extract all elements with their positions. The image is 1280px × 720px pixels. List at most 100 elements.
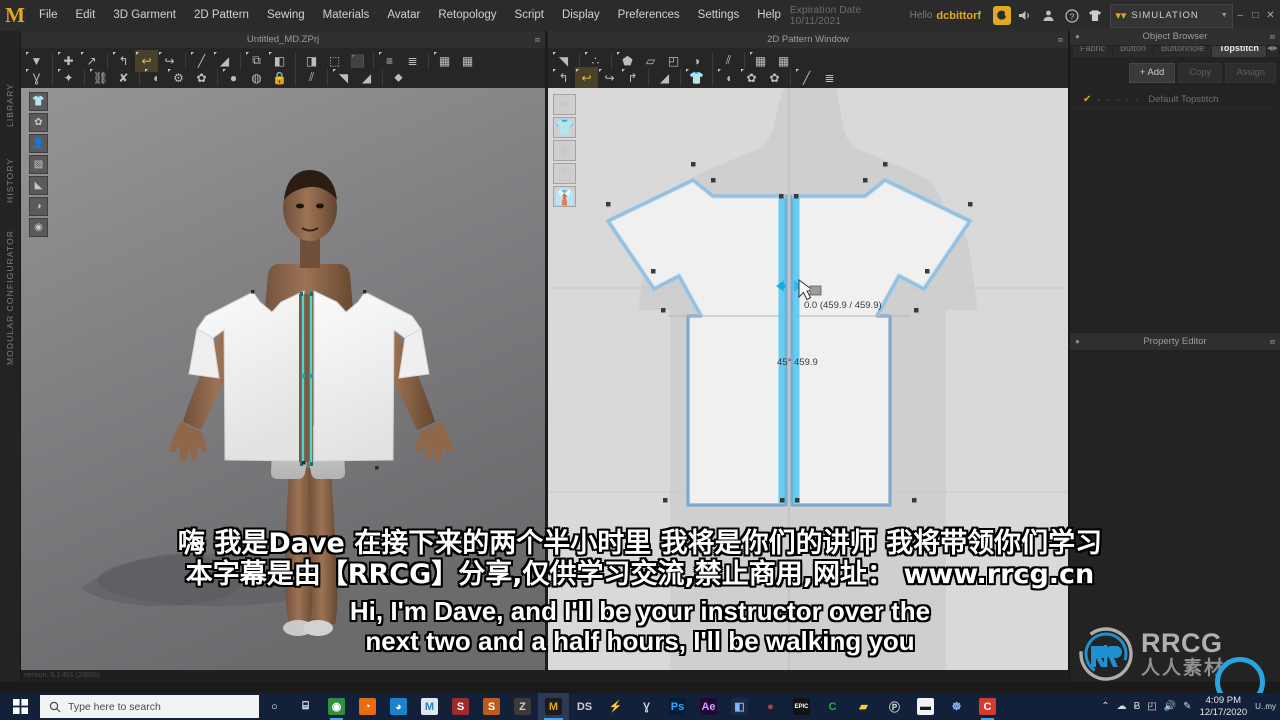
substance-designer-icon[interactable]: S xyxy=(476,693,507,720)
fold-arrange-tool[interactable]: ◢ xyxy=(653,67,676,89)
menu-item-2d-pattern[interactable]: 2D Pattern xyxy=(185,0,258,31)
xray-joint-tool[interactable]: ⛓ xyxy=(89,67,112,89)
daz-studio-icon[interactable]: DS xyxy=(569,693,600,720)
zbrush-icon[interactable]: Ζ xyxy=(507,693,538,720)
zoom-icon[interactable]: ▬ xyxy=(910,693,941,720)
file-explorer-icon[interactable]: ▰ xyxy=(848,693,879,720)
menu-item-3d-garment[interactable]: 3D Garment xyxy=(104,0,185,31)
notification-icon[interactable] xyxy=(993,6,1011,25)
menu-item-sewing[interactable]: Sewing xyxy=(258,0,314,31)
fabric-display-icon[interactable]: ✿ xyxy=(29,113,48,132)
copy-button[interactable]: Copy xyxy=(1178,63,1223,83)
cortana-icon[interactable]: ○ xyxy=(259,693,290,720)
zipper-slider-tool[interactable]: ⫽ xyxy=(300,67,323,89)
sew-auto-tool[interactable]: ↪ xyxy=(598,67,621,89)
dropdown-arrow-icon[interactable] xyxy=(136,51,139,55)
marvelous-designer-active-icon[interactable]: M xyxy=(538,693,569,720)
sew-segment-tool[interactable]: ↰ xyxy=(552,67,575,89)
poser-icon[interactable]: ● xyxy=(755,693,786,720)
substance-painter-icon[interactable]: S xyxy=(445,693,476,720)
dropdown-arrow-icon[interactable] xyxy=(26,51,29,55)
start-button[interactable] xyxy=(0,693,40,720)
sew-free-tool[interactable]: ↩ xyxy=(575,66,598,89)
skeleton-tool[interactable]: ✘ xyxy=(112,67,135,89)
mixamo-icon[interactable]: Ɣ xyxy=(631,693,662,720)
sidebar-tab-history[interactable]: HISTORY xyxy=(0,149,20,211)
button-place-tool[interactable]: ◖ xyxy=(717,67,740,89)
fold-display-icon[interactable]: ◫ xyxy=(553,163,576,184)
help-icon[interactable]: ? xyxy=(1060,0,1083,31)
store-icon[interactable]: ☸ xyxy=(941,693,972,720)
menu-item-help[interactable]: Help xyxy=(748,0,790,31)
photoshop-icon[interactable]: Ps xyxy=(662,693,693,720)
menu-item-settings[interactable]: Settings xyxy=(689,0,749,31)
dropdown-arrow-icon[interactable] xyxy=(379,51,382,55)
topstitch-line-tool[interactable]: ≣ xyxy=(818,67,841,89)
dropdown-arrow-icon[interactable] xyxy=(599,68,602,72)
cinema4d-icon[interactable]: C xyxy=(817,693,848,720)
pattern-display-icon[interactable]: 👕 xyxy=(553,117,576,138)
window-minimize-button[interactable]: – xyxy=(1233,0,1248,31)
avatar-tool[interactable]: Ɣ xyxy=(25,67,48,89)
float-icon[interactable]: ⧈ xyxy=(1270,32,1275,42)
viewport-2d[interactable]: ✒ 👕 ◉ ◫ 👔 0.0 (459.9 / 459.9) 45° 459.9 xyxy=(548,88,1068,670)
sew-copy-tool[interactable]: ↱ xyxy=(621,67,644,89)
account-icon[interactable] xyxy=(1037,0,1060,31)
measure-tool[interactable]: ╱ xyxy=(795,67,818,89)
dropdown-arrow-icon[interactable] xyxy=(553,68,556,72)
task-view-icon[interactable]: ⌸ xyxy=(290,693,321,720)
show-hidden-icons[interactable]: ⌃ xyxy=(1101,701,1109,712)
garment-display-icon[interactable]: 👕 xyxy=(29,92,48,111)
menu-item-display[interactable]: Display xyxy=(553,0,609,31)
dropdown-arrow-icon[interactable] xyxy=(622,68,625,72)
dropdown-arrow-icon[interactable] xyxy=(718,68,721,72)
float-icon[interactable]: ⧈ xyxy=(1270,337,1275,347)
snap-tool[interactable]: ✿ xyxy=(763,67,786,89)
network-icon[interactable]: ◰ xyxy=(1147,701,1156,712)
ball-display-icon[interactable]: ◉ xyxy=(29,218,48,237)
simulation-mode-selector[interactable]: ▾▾ SIMULATION ▼ xyxy=(1110,3,1233,28)
dropdown-arrow-icon[interactable] xyxy=(168,68,171,72)
firefox-icon[interactable]: ◔ xyxy=(352,693,383,720)
assign-button[interactable]: Assign xyxy=(1225,63,1276,83)
menu-item-preferences[interactable]: Preferences xyxy=(609,0,689,31)
quixel-bridge-icon[interactable]: Ⓟ xyxy=(879,693,910,720)
dropdown-arrow-icon[interactable] xyxy=(269,51,272,55)
dropdown-arrow-icon[interactable] xyxy=(576,68,579,72)
volume-icon[interactable]: 🔊 xyxy=(1164,701,1176,712)
marvelous-designer-icon[interactable]: M xyxy=(414,693,445,720)
dropdown-arrow-icon[interactable] xyxy=(90,68,93,72)
menu-item-file[interactable]: File xyxy=(30,0,67,31)
avatar-display-icon[interactable]: 👤 xyxy=(29,134,48,153)
after-effects-icon[interactable]: Ae xyxy=(693,693,724,720)
garment-icon[interactable] xyxy=(1083,0,1106,31)
menu-item-retopology[interactable]: Retopology xyxy=(429,0,505,31)
menu-item-materials[interactable]: Materials xyxy=(314,0,379,31)
clip-studio-icon[interactable]: C xyxy=(972,693,1003,720)
dropdown-arrow-icon[interactable] xyxy=(796,68,799,72)
sidebar-tab-modular-configurator[interactable]: MODULAR CONFIGURATOR xyxy=(0,223,20,371)
edge-icon[interactable]: ◕ xyxy=(383,693,414,720)
topstitch-list-item[interactable]: ✔ - - - - - Default Topstitch xyxy=(1073,91,1276,109)
viewport-3d[interactable]: 👕 ✿ 👤 ▧ ◣ ◑ ◉ xyxy=(21,88,545,670)
button-display-icon[interactable]: ◉ xyxy=(553,140,576,161)
pen-icon[interactable]: ✎ xyxy=(1183,701,1191,712)
garment-preview-tool[interactable]: 👕 xyxy=(685,67,708,89)
plane-tool[interactable]: ◢ xyxy=(355,67,378,89)
dropdown-arrow-icon[interactable] xyxy=(58,51,61,55)
lightroom-icon[interactable]: ◧ xyxy=(724,693,755,720)
dropdown-arrow-icon[interactable] xyxy=(585,51,588,55)
dropdown-arrow-icon[interactable] xyxy=(741,68,744,72)
window-close-button[interactable]: ✕ xyxy=(1263,0,1278,31)
menu-item-avatar[interactable]: Avatar xyxy=(378,0,429,31)
dropdown-arrow-icon[interactable] xyxy=(434,51,437,55)
dropdown-arrow-icon[interactable] xyxy=(191,51,194,55)
dropdown-arrow-icon[interactable] xyxy=(26,68,29,72)
dropdown-arrow-icon[interactable] xyxy=(145,68,148,72)
dropdown-arrow-icon[interactable] xyxy=(58,68,61,72)
dropdown-arrow-icon[interactable] xyxy=(113,51,116,55)
symmetry-tool[interactable]: ⬥ xyxy=(387,67,410,89)
dropdown-arrow-icon[interactable] xyxy=(223,68,226,72)
onedrive-icon[interactable]: ☁ xyxy=(1117,701,1127,712)
menu-item-script[interactable]: Script xyxy=(506,0,553,31)
